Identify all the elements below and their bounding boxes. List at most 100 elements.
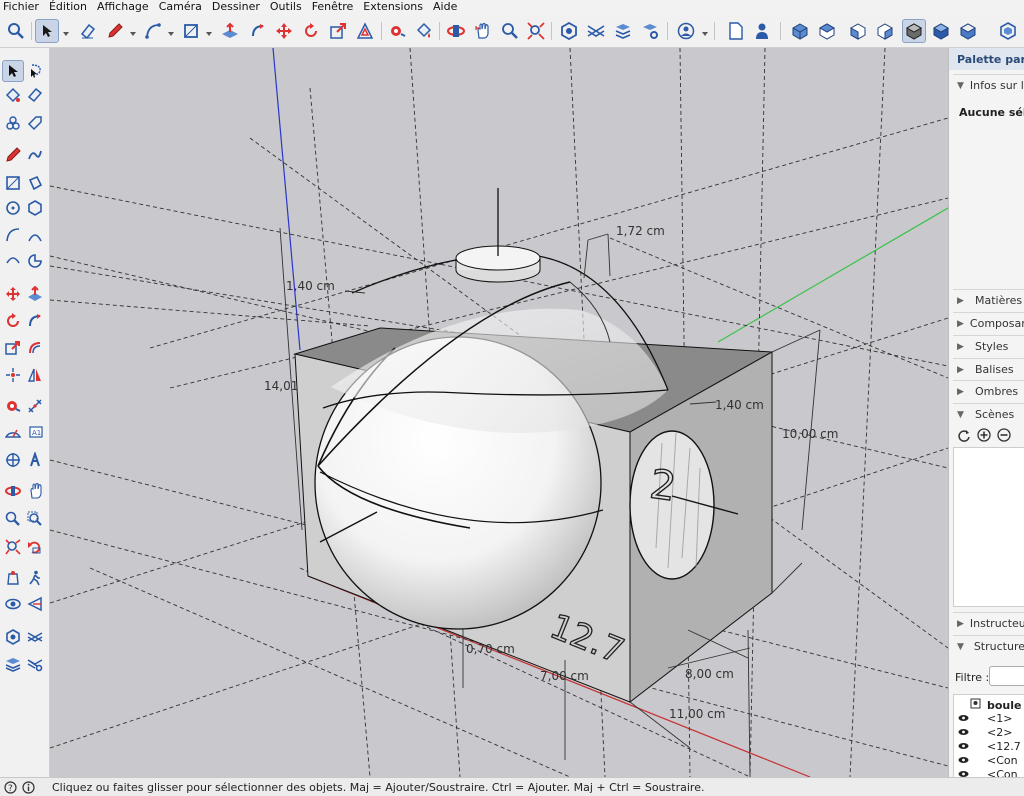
flip-icon[interactable] — [2, 364, 24, 386]
sandbox-icon[interactable] — [24, 626, 46, 648]
zoom-window-icon[interactable] — [24, 508, 46, 530]
iso-view-icon[interactable] — [788, 19, 812, 43]
visibility-eye-icon[interactable] — [958, 726, 969, 739]
search-icon[interactable] — [4, 19, 28, 43]
move-icon[interactable] — [2, 283, 24, 305]
panel-materials[interactable]: ▶ Matières — [953, 289, 1024, 311]
three-point-arc-icon[interactable] — [2, 250, 24, 272]
position-camera-icon[interactable] — [2, 567, 24, 589]
solid-tools-icon[interactable] — [557, 19, 581, 43]
rectangle-icon[interactable] — [2, 172, 24, 194]
previous-view-icon[interactable] — [24, 536, 46, 558]
sandbox-settings-icon[interactable] — [24, 653, 46, 675]
dimension-label[interactable]: 1,40 cm — [286, 279, 335, 293]
axes-icon[interactable] — [2, 449, 24, 471]
freehand-icon[interactable] — [24, 144, 46, 166]
outliner-row[interactable]: <Con — [958, 754, 1018, 767]
settings-gear-icon[interactable] — [638, 19, 662, 43]
scale-icon[interactable] — [2, 337, 24, 359]
help-icon[interactable]: ? — [4, 781, 17, 796]
layers-icon[interactable] — [2, 653, 24, 675]
section-plane-icon[interactable] — [24, 593, 46, 615]
remove-scene-icon[interactable] — [997, 428, 1011, 445]
dimension-label[interactable]: 0,70 cm — [466, 642, 515, 656]
arc-icon[interactable] — [2, 224, 24, 246]
polygon-icon[interactable] — [24, 197, 46, 219]
top-view-icon[interactable] — [815, 19, 839, 43]
scale-icon[interactable] — [326, 19, 350, 43]
info-icon[interactable] — [22, 781, 35, 796]
chevron-down-icon[interactable] — [205, 28, 213, 36]
menu-affichage[interactable]: Affichage — [94, 0, 156, 14]
chevron-down-icon[interactable] — [701, 28, 709, 36]
offset-icon[interactable] — [353, 19, 377, 43]
dimension-label[interactable]: 1,40 cm — [715, 398, 764, 412]
rectangle-icon[interactable] — [179, 19, 203, 43]
follow-me-icon[interactable] — [246, 19, 270, 43]
paint-icon[interactable] — [2, 84, 24, 106]
menu-aide[interactable]: Aide — [430, 0, 464, 14]
model-info-icon[interactable] — [751, 19, 775, 43]
dimension-label[interactable]: 1,72 cm — [616, 224, 665, 238]
eraser-icon[interactable] — [76, 19, 100, 43]
tag-icon[interactable] — [24, 112, 46, 134]
menu-extensions[interactable]: Extensions — [360, 0, 430, 14]
walk-icon[interactable] — [24, 567, 46, 589]
pie-icon[interactable] — [24, 250, 46, 272]
tape-measure-icon[interactable] — [385, 19, 409, 43]
menu-outils[interactable]: Outils — [267, 0, 309, 14]
push-pull-icon[interactable] — [218, 19, 242, 43]
menu-camera[interactable]: Caméra — [156, 0, 209, 14]
shaded-style-icon[interactable] — [902, 19, 926, 43]
offset-icon[interactable] — [24, 337, 46, 359]
visibility-eye-icon[interactable] — [958, 740, 969, 753]
account-icon[interactable] — [674, 19, 698, 43]
zoom-extents-icon[interactable] — [524, 19, 548, 43]
3d-text-icon[interactable] — [24, 449, 46, 471]
outliner-row[interactable]: <2> — [958, 726, 1012, 739]
lasso-icon[interactable] — [24, 60, 46, 82]
mirror-icon[interactable] — [24, 364, 46, 386]
rotated-rectangle-icon[interactable] — [24, 172, 46, 194]
paint-bucket-icon[interactable] — [412, 19, 436, 43]
panel-styles[interactable]: ▶ Styles — [953, 335, 1024, 357]
visibility-eye-icon[interactable] — [958, 768, 969, 777]
panel-entity-info[interactable]: ▼ Infos sur l'e — [953, 74, 1024, 96]
visibility-eye-icon[interactable] — [958, 754, 969, 767]
panel-instructor[interactable]: ▶ Instructeur — [953, 612, 1024, 634]
refresh-icon[interactable] — [957, 428, 971, 445]
visibility-eye-icon[interactable] — [958, 712, 969, 725]
outliner-row[interactable]: <Con — [958, 768, 1018, 777]
dimension-label[interactable]: 10,00 cm — [782, 427, 838, 441]
panel-shadows[interactable]: ▶ Ombres — [953, 380, 1024, 402]
move-icon[interactable] — [272, 19, 296, 43]
add-scene-icon[interactable] — [977, 428, 991, 445]
push-pull-icon[interactable] — [24, 283, 46, 305]
scenes-list[interactable] — [953, 447, 1024, 607]
panel-tags[interactable]: ▶ Balises — [953, 358, 1024, 380]
menu-dessiner[interactable]: Dessiner — [209, 0, 267, 14]
textured-style-icon[interactable] — [929, 19, 953, 43]
outliner-row[interactable]: <12.7 — [958, 740, 1021, 753]
two-point-arc-icon[interactable] — [24, 224, 46, 246]
panel-outliner[interactable]: ▼ Structure — [953, 635, 1024, 657]
select-arrow-icon[interactable] — [2, 60, 24, 82]
dimension-label[interactable]: 7,00 cm — [540, 669, 589, 683]
protractor-icon[interactable] — [2, 421, 24, 443]
zoom-icon[interactable] — [2, 508, 24, 530]
menu-fenetre[interactable]: Fenêtre — [309, 0, 361, 14]
circle-icon[interactable] — [2, 197, 24, 219]
filter-input[interactable] — [989, 666, 1024, 686]
dimension-label[interactable]: 11,00 cm — [669, 707, 725, 721]
outliner-root[interactable]: boule — [970, 698, 1022, 712]
pan-hand-icon[interactable] — [24, 480, 46, 502]
menu-fichier[interactable]: Fichier — [0, 0, 46, 14]
orbit-icon[interactable] — [444, 19, 468, 43]
line-icon[interactable] — [2, 144, 24, 166]
solid-tools-icon[interactable] — [2, 626, 24, 648]
right-view-icon[interactable] — [873, 19, 897, 43]
layers-icon[interactable] — [611, 19, 635, 43]
front-view-icon[interactable] — [846, 19, 870, 43]
select-tool-button[interactable] — [35, 19, 59, 43]
follow-me-icon[interactable] — [24, 310, 46, 332]
